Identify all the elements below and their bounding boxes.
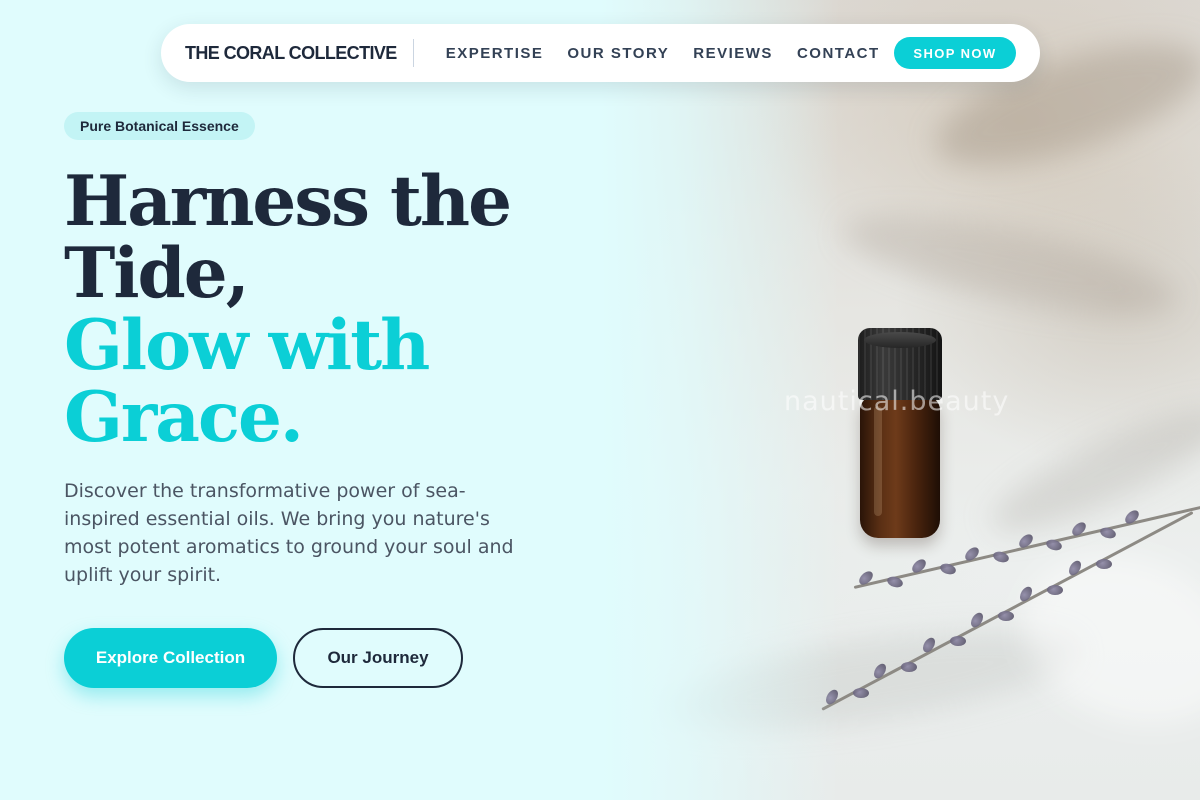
fabric-fold (836, 195, 1184, 335)
bottle-body (860, 396, 940, 538)
nav-link-contact[interactable]: CONTACT (797, 45, 880, 62)
lavender-bud (998, 610, 1015, 621)
nav-divider (412, 39, 414, 67)
nav-link-expertise[interactable]: EXPERTISE (446, 45, 544, 62)
lavender-bud (852, 687, 869, 699)
nav-links: EXPERTISE OUR STORY REVIEWS CONTACT (446, 45, 880, 62)
headline-accent-line: Glow with (64, 305, 430, 386)
navbar: THE CORAL COLLECTIVE EXPERTISE OUR STORY… (161, 24, 1040, 82)
hero-image: nautical.beauty (600, 0, 1200, 800)
lavender-bud (1046, 584, 1064, 596)
hero-badge: Pure Botanical Essence (64, 112, 255, 140)
headline-line: Tide, (64, 233, 250, 314)
watermark: nautical.beauty (784, 386, 1010, 417)
brand-logo[interactable]: THE CORAL COLLECTIVE (185, 43, 397, 64)
shop-now-button[interactable]: SHOP NOW (894, 37, 1016, 69)
headline-line: Harness the (64, 161, 512, 242)
essential-oil-bottle-icon (858, 328, 942, 540)
explore-collection-button[interactable]: Explore Collection (64, 628, 277, 688)
hero-description: Discover the transformative power of sea… (64, 480, 514, 586)
lavender-bud (1095, 558, 1112, 570)
nav-link-reviews[interactable]: REVIEWS (693, 45, 773, 62)
nav-link-our-story[interactable]: OUR STORY (567, 45, 669, 62)
lavender-bud (968, 610, 986, 630)
headline-accent-line: Grace. (64, 377, 304, 458)
hero-headline: Harness the Tide, Glow with Grace. (64, 166, 604, 454)
our-journey-button[interactable]: Our Journey (293, 628, 463, 688)
